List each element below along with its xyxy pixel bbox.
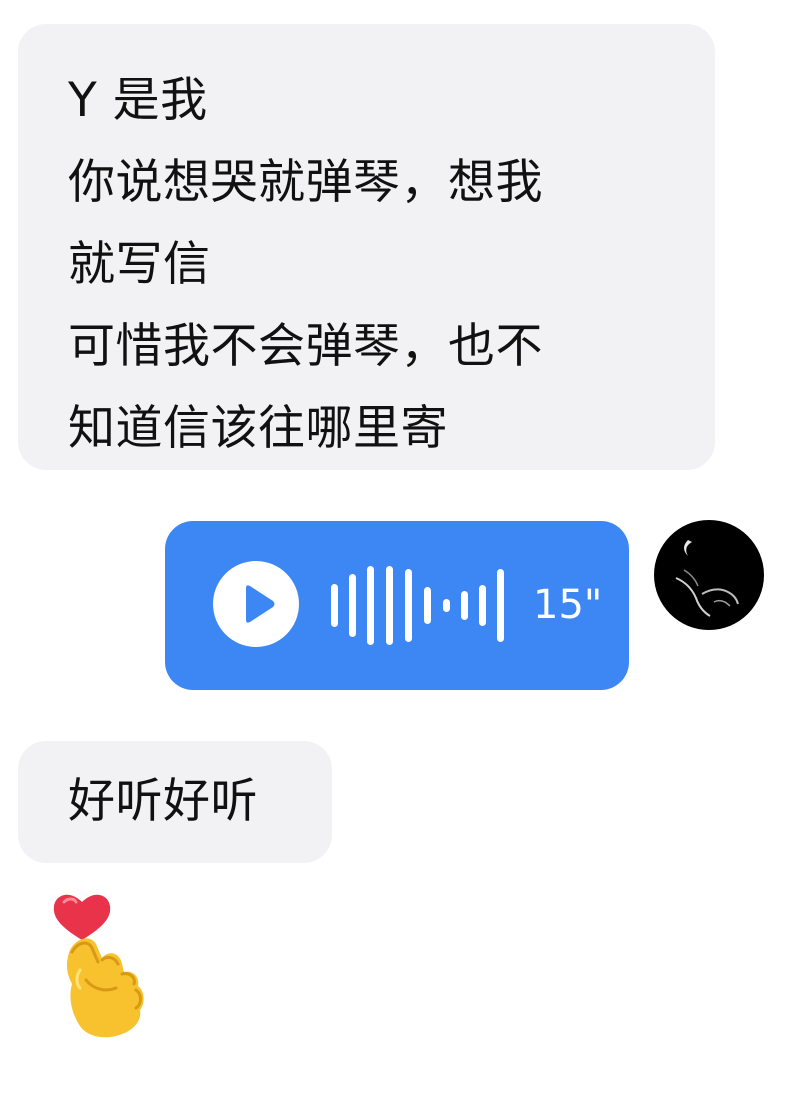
waveform-bar [461, 591, 468, 620]
chat-view: Y 是我 你说想哭就弹琴，想我 就写信 可惜我不会弹琴，也不 知道信该往哪里寄 … [0, 0, 800, 1096]
audio-waveform [325, 521, 525, 690]
message-line: 可惜我不会弹琴，也不 [68, 319, 543, 374]
message-text: 好听好听 [68, 774, 258, 829]
incoming-message-bubble[interactable]: 好听好听 [18, 741, 332, 863]
voice-duration: 15" [533, 582, 603, 628]
waveform-bar [443, 599, 450, 612]
heart-hand-icon[interactable] [46, 880, 158, 1052]
play-icon[interactable] [213, 561, 299, 647]
waveform-bar [367, 566, 374, 645]
message-line: Y 是我 [68, 73, 208, 128]
waveform-bar [386, 566, 393, 645]
message-line: 就写信 [68, 237, 211, 292]
message-line: 你说想哭就弹琴，想我 [68, 155, 543, 210]
waveform-bar [479, 585, 486, 626]
voice-message-bubble[interactable]: 15" [165, 521, 629, 690]
waveform-bar [497, 569, 504, 642]
waveform-bar [424, 587, 431, 624]
avatar[interactable] [654, 520, 764, 630]
waveform-bar [331, 584, 338, 627]
incoming-message-bubble[interactable]: Y 是我 你说想哭就弹琴，想我 就写信 可惜我不会弹琴，也不 知道信该往哪里寄 [18, 24, 715, 470]
waveform-bar [349, 574, 356, 637]
message-line: 知道信该往哪里寄 [68, 401, 448, 456]
waveform-bar [405, 569, 412, 642]
